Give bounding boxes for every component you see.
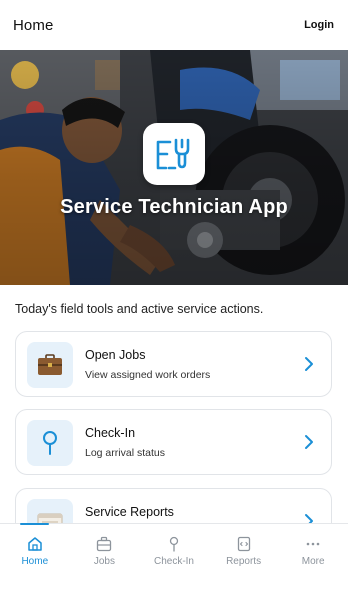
nav-label: More	[301, 556, 325, 567]
card-description: Log arrival status	[85, 447, 165, 459]
page-subtitle: Today's field tools and active service a…	[15, 302, 264, 316]
app-logo	[143, 123, 205, 185]
more-icon	[306, 542, 320, 546]
pin-icon	[169, 536, 179, 552]
chevron-right-icon	[305, 357, 313, 371]
top-header: Home Login	[0, 0, 348, 50]
briefcase-icon	[38, 354, 62, 375]
active-indicator	[20, 523, 49, 525]
nav-label: Jobs	[93, 556, 115, 567]
card-description: View assigned work orders	[85, 369, 211, 381]
nav-item-jobs[interactable]: Jobs	[70, 524, 140, 574]
nav-label: Reports	[226, 556, 262, 567]
wrench-toolbox-icon	[156, 138, 190, 170]
card-icon-tile	[27, 420, 73, 466]
home-icon	[28, 537, 42, 551]
card-icon-tile	[27, 342, 73, 388]
card-title: Check-In	[85, 426, 136, 440]
check-in-card[interactable]: Check-In Log arrival status	[15, 409, 332, 475]
chevron-right-icon	[305, 435, 313, 449]
card-title: Service Reports	[85, 505, 174, 519]
page-title: Home	[13, 16, 54, 34]
nav-item-more[interactable]: More	[278, 524, 348, 574]
login-button[interactable]: Login	[304, 19, 334, 31]
document-icon	[237, 536, 250, 552]
location-pin-icon	[43, 431, 57, 455]
nav-item-check-in[interactable]: Check-In	[139, 524, 209, 574]
card-title: Open Jobs	[85, 348, 146, 362]
nav-item-home[interactable]: Home	[0, 523, 70, 574]
nav-item-reports[interactable]: Reports	[209, 524, 279, 574]
open-jobs-card[interactable]: Open Jobs View assigned work orders	[15, 331, 332, 397]
nav-label: Check-In	[153, 556, 194, 567]
hero-banner: Service Technician App	[0, 50, 348, 285]
app-title: Service Technician App	[60, 196, 288, 218]
bottom-navigation: Home Jobs Check-In Reports More	[0, 523, 348, 593]
briefcase-icon	[97, 536, 112, 552]
nav-label: Home	[21, 556, 49, 567]
